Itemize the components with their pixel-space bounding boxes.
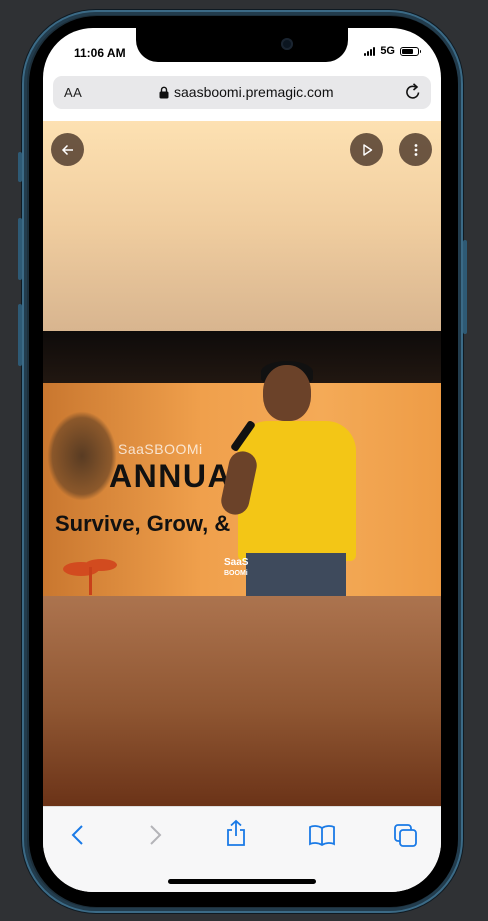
banner-tagline: Survive, Grow, & xyxy=(55,511,231,536)
logo-text-1: SaaS xyxy=(224,557,249,568)
banner-logo-blur xyxy=(47,411,117,501)
speaker-head xyxy=(263,365,311,421)
logo-text-2: BOOMi xyxy=(224,570,248,577)
reload-icon[interactable] xyxy=(403,82,423,102)
mute-switch xyxy=(18,152,22,182)
status-indicators: 5G xyxy=(364,45,421,57)
more-vertical-icon xyxy=(414,143,417,156)
tree-illustration xyxy=(63,559,117,595)
saasboomi-logo: SaaS BOOMi xyxy=(224,557,248,579)
signal-icon xyxy=(364,46,376,56)
banner-brand-small: SaaSBOOMi xyxy=(118,441,203,457)
volume-up-button xyxy=(18,218,22,280)
back-icon[interactable] xyxy=(68,823,88,847)
notch xyxy=(136,28,348,62)
address-bar[interactable]: AA saasboomi.premagic.com xyxy=(53,76,431,109)
share-icon[interactable] xyxy=(224,819,248,847)
status-time: 11:06 AM xyxy=(74,46,126,60)
more-options-button[interactable] xyxy=(399,133,432,166)
slideshow-play-button[interactable] xyxy=(350,133,383,166)
lock-icon xyxy=(159,86,169,98)
back-button[interactable] xyxy=(51,133,84,166)
url-text: saasboomi.premagic.com xyxy=(174,84,334,100)
phone-screen: 11:06 AM 5G AA saasboomi.premagic.com Sa… xyxy=(43,28,441,892)
home-indicator[interactable] xyxy=(168,879,316,884)
url-field[interactable]: saasboomi.premagic.com xyxy=(159,84,334,100)
forward-icon[interactable] xyxy=(145,823,165,847)
bookmarks-icon[interactable] xyxy=(308,823,336,847)
battery-icon xyxy=(400,46,421,56)
gallery-viewer: SaaSBOOMi ANNUAL Survive, Grow, & SaaS B… xyxy=(43,121,441,806)
text-size-button[interactable]: AA xyxy=(64,85,82,100)
event-photo[interactable]: SaaSBOOMi ANNUAL Survive, Grow, & SaaS B… xyxy=(43,331,441,596)
play-icon xyxy=(362,143,372,156)
power-button xyxy=(463,240,467,334)
speaker-pants xyxy=(246,553,346,596)
front-camera xyxy=(281,38,293,50)
tabs-icon[interactable] xyxy=(393,823,419,849)
network-label: 5G xyxy=(380,45,395,57)
arrow-left-icon xyxy=(61,144,73,155)
speaker-shirt xyxy=(238,421,356,561)
volume-down-button xyxy=(18,304,22,366)
